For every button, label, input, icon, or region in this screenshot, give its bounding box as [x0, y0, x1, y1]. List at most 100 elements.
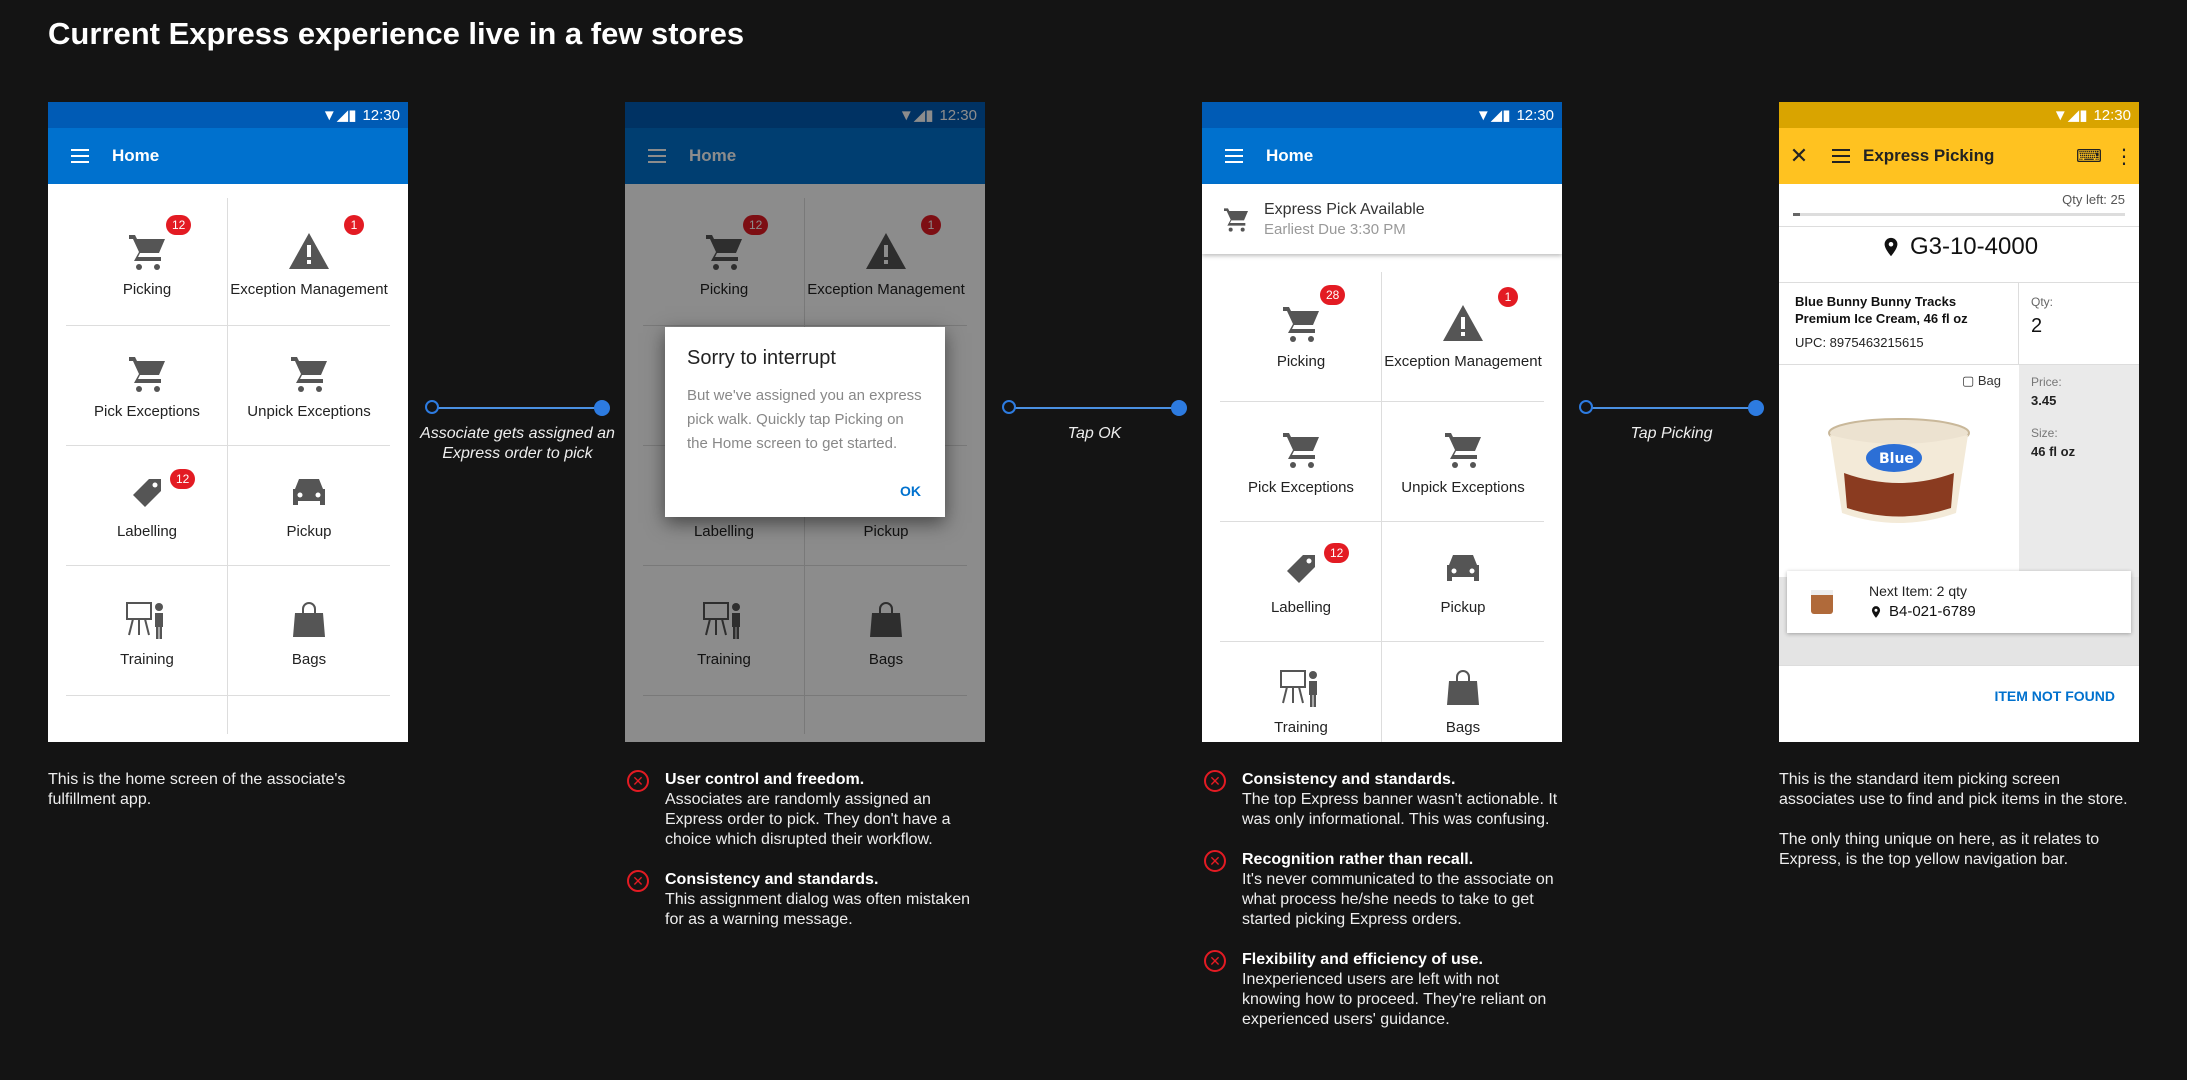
tile-training[interactable]: Training — [1220, 641, 1382, 742]
connector-label-3: Tap Picking — [1630, 425, 1713, 442]
tile-bags[interactable]: Bags — [228, 573, 390, 693]
bag-indicator: ▢ Bag — [1961, 373, 2001, 388]
caption-picking-p1: This is the standard item picking screen… — [1779, 771, 2128, 808]
tile-pickup[interactable]: Pickup — [1382, 521, 1544, 641]
training-icon — [1277, 665, 1325, 713]
next-item-card[interactable]: Next Item: 2 qty B4-021-6789 — [1787, 571, 2131, 633]
flow-connector-2 — [1002, 393, 1187, 423]
location-code: G3-10-4000 — [1909, 233, 2039, 260]
more-vert-icon[interactable]: ⋮ — [2109, 144, 2139, 169]
tile-pickup[interactable]: Pickup — [228, 445, 390, 565]
qty-value: 2 — [2031, 315, 2043, 337]
error-x-icon: ✕ — [627, 770, 649, 792]
express-home-phone: ▼◢▮ 12:30 Home Express Pick Available Ear… — [1202, 102, 1562, 742]
qty-progress — [1793, 213, 2125, 216]
dialog-ok-button[interactable]: OK — [900, 483, 921, 499]
home-screen-phone: ▼◢▮ 12:30 Home Picking 12 Exception Manag… — [48, 102, 408, 742]
connector-label-2: Tap OK — [1067, 425, 1122, 442]
tile-unpick-exceptions[interactable]: Unpick Exceptions — [228, 325, 390, 445]
size-label: Size: — [2031, 426, 2058, 440]
qty-label: Qty: — [2031, 295, 2054, 309]
tile-unpick-exceptions[interactable]: Unpick Exceptions — [1382, 401, 1544, 521]
error-x-icon: ✕ — [1204, 770, 1226, 792]
product-upc: UPC: 8975463215615 — [1795, 335, 1924, 350]
caption-picking: This is the standard item picking screen… — [1779, 770, 2139, 870]
car-icon — [1439, 545, 1487, 593]
tile-pick-exceptions[interactable]: Pick Exceptions — [66, 325, 228, 445]
tag-icon — [1277, 545, 1325, 593]
menu-icon[interactable] — [48, 149, 112, 163]
express-picking-phone: ▼◢▮ 12:30 ✕ Express Picking ⌨ ⋮ Qty left:… — [1779, 102, 2139, 742]
bag-icon — [1439, 665, 1487, 713]
tile-bags[interactable]: Bags — [1382, 641, 1544, 742]
size-value: 46 fl oz — [2031, 444, 2076, 459]
menu-icon[interactable] — [1819, 149, 1863, 163]
tile-exception-management[interactable]: Exception Management 1 — [228, 203, 390, 323]
express-cart-icon — [1220, 203, 1252, 235]
app-bar: Home — [48, 128, 408, 184]
page-title: Current Express experience live in a few… — [48, 16, 745, 51]
cart-warning-icon — [1277, 425, 1325, 473]
error-x-icon: ✕ — [627, 870, 649, 892]
car-icon — [285, 469, 333, 517]
warning-icon — [1439, 299, 1487, 347]
app-bar-title: Home — [112, 146, 160, 165]
labelling-badge: 12 — [170, 469, 196, 489]
flow-connector-1 — [425, 393, 610, 423]
bag-icon — [285, 597, 333, 645]
training-icon — [123, 597, 171, 645]
next-item-location: B4-021-6789 — [1889, 603, 1976, 620]
error-x-icon: ✕ — [1204, 950, 1226, 972]
dialog-title: Sorry to interrupt — [687, 347, 836, 369]
cart-icon — [1277, 299, 1325, 347]
express-banner-subtitle: Earliest Due 3:30 PM — [1264, 220, 1406, 238]
picking-title: Express Picking — [1863, 146, 1995, 165]
bag-icon: ▢ — [1961, 373, 1978, 388]
interrupt-dialog: Sorry to interrupt But we've assigned yo… — [665, 327, 945, 517]
qty-left: Qty left: 25 — [2062, 192, 2125, 207]
cart-minus-icon — [285, 349, 333, 397]
express-banner: Express Pick Available Earliest Due 3:30… — [1202, 184, 1562, 254]
product-image-panel: ▢ Bag Blue — [1779, 364, 2020, 578]
product-name: Blue Bunny Bunny Tracks Premium Ice Crea… — [1795, 294, 1968, 326]
dialog-screen-phone: ▼◢▮ 12:30 Home Picking 12 Exception Manage… — [625, 102, 985, 742]
tag-icon — [123, 469, 171, 517]
issue-item: ✕ Flexibility and efficiency of use. Inexp… — [1202, 950, 1562, 1030]
location-row: G3-10-4000 — [1779, 226, 2139, 267]
tile-labelling[interactable]: Labelling 12 — [1220, 521, 1382, 641]
tile-picking[interactable]: Picking 12 — [66, 203, 228, 323]
tile-exception-management[interactable]: Exception Management 1 — [1382, 275, 1544, 395]
tile-pick-exceptions[interactable]: Pick Exceptions — [1220, 401, 1382, 521]
location-pin-icon — [1880, 236, 1902, 258]
caption-home: This is the home screen of the associate… — [48, 771, 346, 808]
dialog-body: But we've assigned you an express pick w… — [687, 387, 922, 452]
issue-item: ✕ Recognition rather than recall. It's nev… — [1202, 850, 1562, 930]
next-item-qty: Next Item: 2 qty — [1869, 583, 1968, 599]
tile-labelling[interactable]: Labelling 12 — [66, 445, 228, 565]
menu-icon[interactable] — [1202, 149, 1266, 163]
wifi-icon: ▼◢▮ — [321, 107, 357, 124]
cart-minus-icon — [1439, 425, 1487, 473]
price-value: 3.45 — [2031, 393, 2057, 408]
tile-training[interactable]: Training — [66, 573, 228, 693]
price-label: Price: — [2031, 375, 2062, 389]
caption-picking-p2: The only thing unique on here, as it rel… — [1779, 831, 2100, 868]
tile-picking[interactable]: Picking 28 — [1220, 275, 1382, 395]
flow-connector-3 — [1579, 393, 1764, 423]
item-not-found-button[interactable]: ITEM NOT FOUND — [1994, 688, 2115, 704]
cart-icon — [123, 227, 171, 275]
connector-label-1: Associate gets assigned an Express order… — [420, 425, 615, 462]
exception-badge: 1 — [344, 215, 364, 235]
picking-badge: 12 — [166, 215, 192, 235]
cart-warning-icon — [123, 349, 171, 397]
status-time: 12:30 — [362, 106, 400, 124]
issue-item: ✕ User control and freedom. Associates are… — [625, 770, 985, 850]
issue-item: ✕ Consistency and standards. The top Expre… — [1202, 770, 1562, 830]
picking-badge: 28 — [1320, 285, 1346, 305]
warning-icon — [285, 227, 333, 275]
keyboard-icon[interactable]: ⌨ — [2069, 146, 2109, 167]
close-icon[interactable]: ✕ — [1779, 143, 1819, 169]
next-item-thumbnail — [1811, 590, 1833, 614]
ice-cream-tub-image: Blue — [1828, 418, 1970, 523]
status-bar: ▼◢▮ 12:30 — [48, 102, 408, 128]
